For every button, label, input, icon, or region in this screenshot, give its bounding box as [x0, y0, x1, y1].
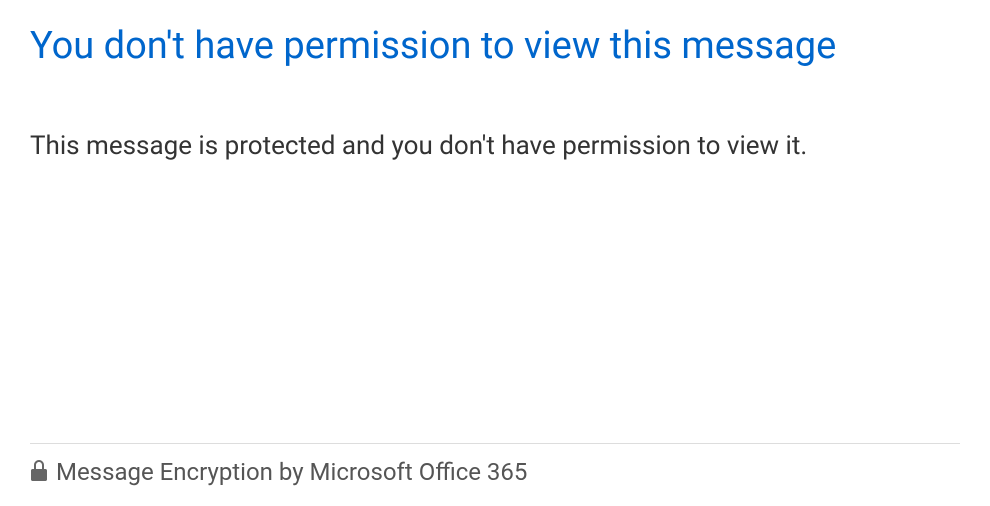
footer: Message Encryption by Microsoft Office 3…: [30, 443, 960, 506]
error-description: This message is protected and you don't …: [30, 130, 960, 164]
page-title: You don't have permission to view this m…: [30, 24, 960, 70]
lock-icon: [30, 460, 48, 482]
permission-error-panel: You don't have permission to view this m…: [0, 0, 990, 506]
footer-label: Message Encryption by Microsoft Office 3…: [56, 458, 527, 486]
